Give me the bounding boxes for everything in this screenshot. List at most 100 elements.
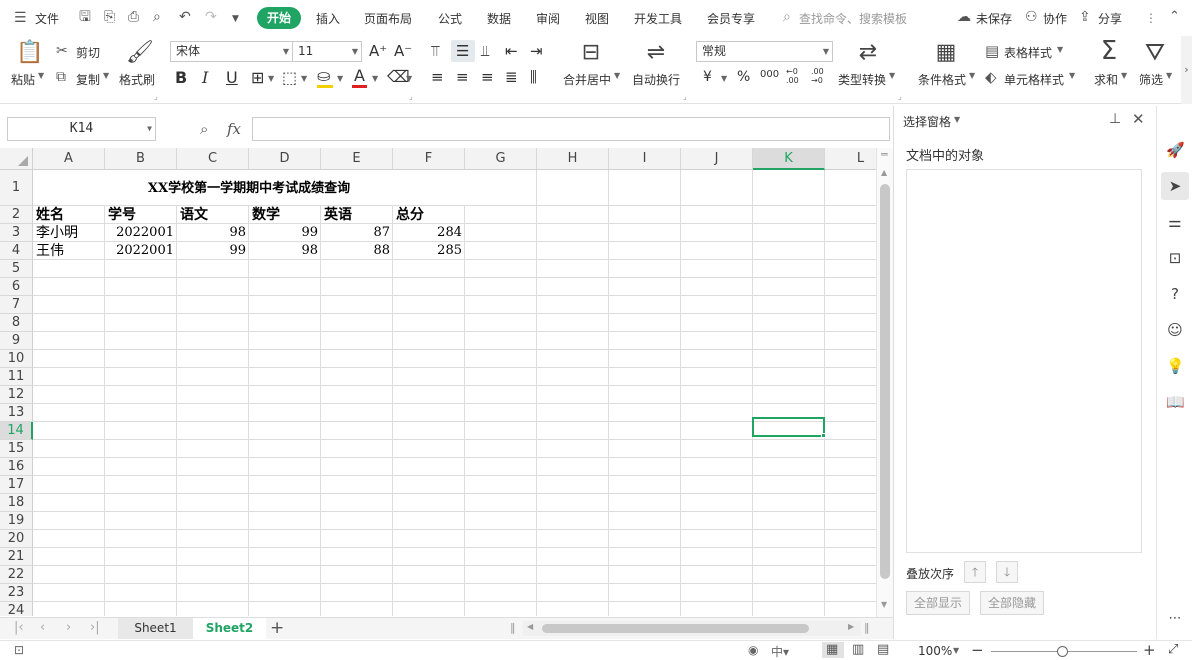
decrease-indent-icon[interactable]: ⇤ [505,42,518,60]
row-header-7[interactable]: 7 [0,296,33,314]
normal-view-icon[interactable]: ▦ [826,642,838,657]
row-header-14[interactable]: 14 [0,422,33,440]
scroll-up-icon[interactable]: ▲ [881,168,887,177]
align-left-icon[interactable]: ≡ [431,68,444,86]
page-layout-view-icon[interactable]: ▥ [852,642,864,657]
title-cell[interactable]: XX学校第一学期期中考试成绩查询 [34,171,464,206]
zoom-slider-thumb[interactable] [1057,646,1068,657]
row-header-24[interactable]: 24 [0,602,33,616]
menu-hamburger-icon[interactable]: ☰ [14,11,27,25]
print-preview-icon[interactable]: ⌕ [153,10,161,24]
cursor-select-icon[interactable]: ➤ [1166,177,1184,195]
row-header-20[interactable]: 20 [0,530,33,548]
ribbon-scroll-right-icon[interactable]: › [1181,36,1192,104]
column-header-b[interactable]: B [105,148,177,170]
data-cell[interactable]: 王伟 [36,242,64,260]
tab-data[interactable]: 数据 [487,10,511,27]
first-sheet-icon[interactable]: |‹ [14,620,24,635]
next-sheet-icon[interactable]: › [66,620,71,635]
header-cell-name[interactable]: 姓名 [36,206,64,224]
increase-indent-icon[interactable]: ⇥ [530,42,543,60]
column-header-i[interactable]: I [609,148,681,170]
zoom-in-button[interactable]: + [1143,641,1156,659]
type-convert-button[interactable]: 类型转换 [838,71,886,88]
undo-icon[interactable]: ↶ [179,10,191,24]
merge-dropdown-icon[interactable]: ▼ [614,71,620,80]
row-header-18[interactable]: 18 [0,494,33,512]
command-search-input[interactable]: 查找命令、搜索模板 [799,10,907,27]
header-cell-english[interactable]: 英语 [324,206,352,224]
collapse-ribbon-icon[interactable]: ⌃ [1169,10,1180,24]
tab-page-layout[interactable]: 页面布局 [364,10,412,27]
paste-icon[interactable]: 📋 [16,42,43,64]
zoom-level[interactable]: 100% [918,644,952,658]
data-cell[interactable]: 2022001 [105,242,174,260]
sheet-tab-sheet1[interactable]: Sheet1 [118,618,193,639]
row-header-15[interactable]: 15 [0,440,33,458]
horizontal-scrollbar[interactable]: ◀ ▶ [523,621,861,636]
cell-style-button[interactable]: 单元格样式 [1004,71,1064,88]
align-middle-icon[interactable]: ☰ [456,42,469,60]
send-backward-button[interactable]: 🡓 [996,561,1018,583]
data-cell[interactable]: 99 [177,242,246,260]
export-pdf-icon[interactable]: ⎘ [104,10,115,24]
help-icon[interactable]: ? [1166,285,1184,303]
eye-protection-icon[interactable]: ◉ [748,643,758,657]
distribute-icon[interactable]: ⫼ [530,68,537,86]
cond-format-button[interactable]: 条件格式 [918,71,966,88]
column-header-c[interactable]: C [177,148,249,170]
row-header-12[interactable]: 12 [0,386,33,404]
row-header-3[interactable]: 3 [0,224,33,242]
data-cell[interactable]: 285 [393,242,462,260]
font-shrink-icon[interactable]: A⁻ [394,42,412,60]
fill-color-icon[interactable]: ⛀ [317,66,330,85]
header-cell-chinese[interactable]: 语文 [180,206,208,224]
row-header-9[interactable]: 9 [0,332,33,350]
border-icon[interactable]: ⊞ [251,68,264,87]
property-sliders-icon[interactable]: ⚌ [1166,213,1184,231]
name-box[interactable]: K14 ▼ [7,117,156,141]
justify-icon[interactable]: ≣ [505,68,518,86]
macro-record-icon[interactable]: ⊡ [14,643,24,657]
cell-style-dropdown-icon[interactable]: ▼ [1069,71,1075,80]
table-style-dropdown-icon[interactable]: ▼ [1057,45,1063,54]
input-method-icon[interactable]: 中▾ [771,643,789,660]
print-icon[interactable]: ⎙ [128,10,139,24]
pane-title-dropdown-icon[interactable]: ▼ [954,115,960,124]
select-all-corner[interactable] [0,148,33,170]
column-header-e[interactable]: E [321,148,393,170]
column-header-a[interactable]: A [33,148,105,170]
active-cell-selection[interactable] [752,417,825,437]
data-cell[interactable]: 2022001 [105,224,174,242]
header-cell-total[interactable]: 总分 [396,206,424,224]
row-header-4[interactable]: 4 [0,242,33,260]
merge-center-button[interactable]: 合并居中 [563,71,611,88]
row-header-22[interactable]: 22 [0,566,33,584]
horizontal-scroll-thumb[interactable] [542,624,809,633]
prev-sheet-icon[interactable]: ‹ [40,620,45,635]
tab-view[interactable]: 视图 [585,10,609,27]
vertical-scrollbar[interactable]: ═ ▲ ▼ [876,148,893,617]
tab-developer[interactable]: 开发工具 [634,10,682,27]
bulb-icon[interactable]: 💡 [1166,357,1185,375]
sheet-tab-sheet2[interactable]: Sheet2 [193,618,266,639]
pane-title[interactable]: 选择窗格 [903,113,951,130]
filter-button[interactable]: 筛选 [1139,71,1163,88]
column-header-l[interactable]: L [825,148,876,170]
align-bottom-icon[interactable]: ⫫ [481,42,489,60]
font-color-dropdown-icon[interactable]: ▼ [372,74,378,83]
name-box-dropdown-icon[interactable]: ▼ [147,118,152,140]
collab-button[interactable]: 协作 [1043,10,1067,27]
hide-all-button[interactable]: 全部隐藏 [980,591,1044,615]
align-center-icon[interactable]: ≡ [456,68,469,86]
data-cell[interactable]: 87 [321,224,390,242]
font-color-icon[interactable]: A [354,66,365,85]
more-menu-icon[interactable]: ⋮ [1145,11,1157,25]
more-icon[interactable]: ⋯ [1166,610,1184,628]
row-header-23[interactable]: 23 [0,584,33,602]
column-header-g[interactable]: G [465,148,537,170]
fx-button[interactable]: fx [227,120,241,138]
row-header-1[interactable]: 1 [0,170,33,206]
row-header-10[interactable]: 10 [0,350,33,368]
tab-home[interactable]: 开始 [257,7,301,29]
